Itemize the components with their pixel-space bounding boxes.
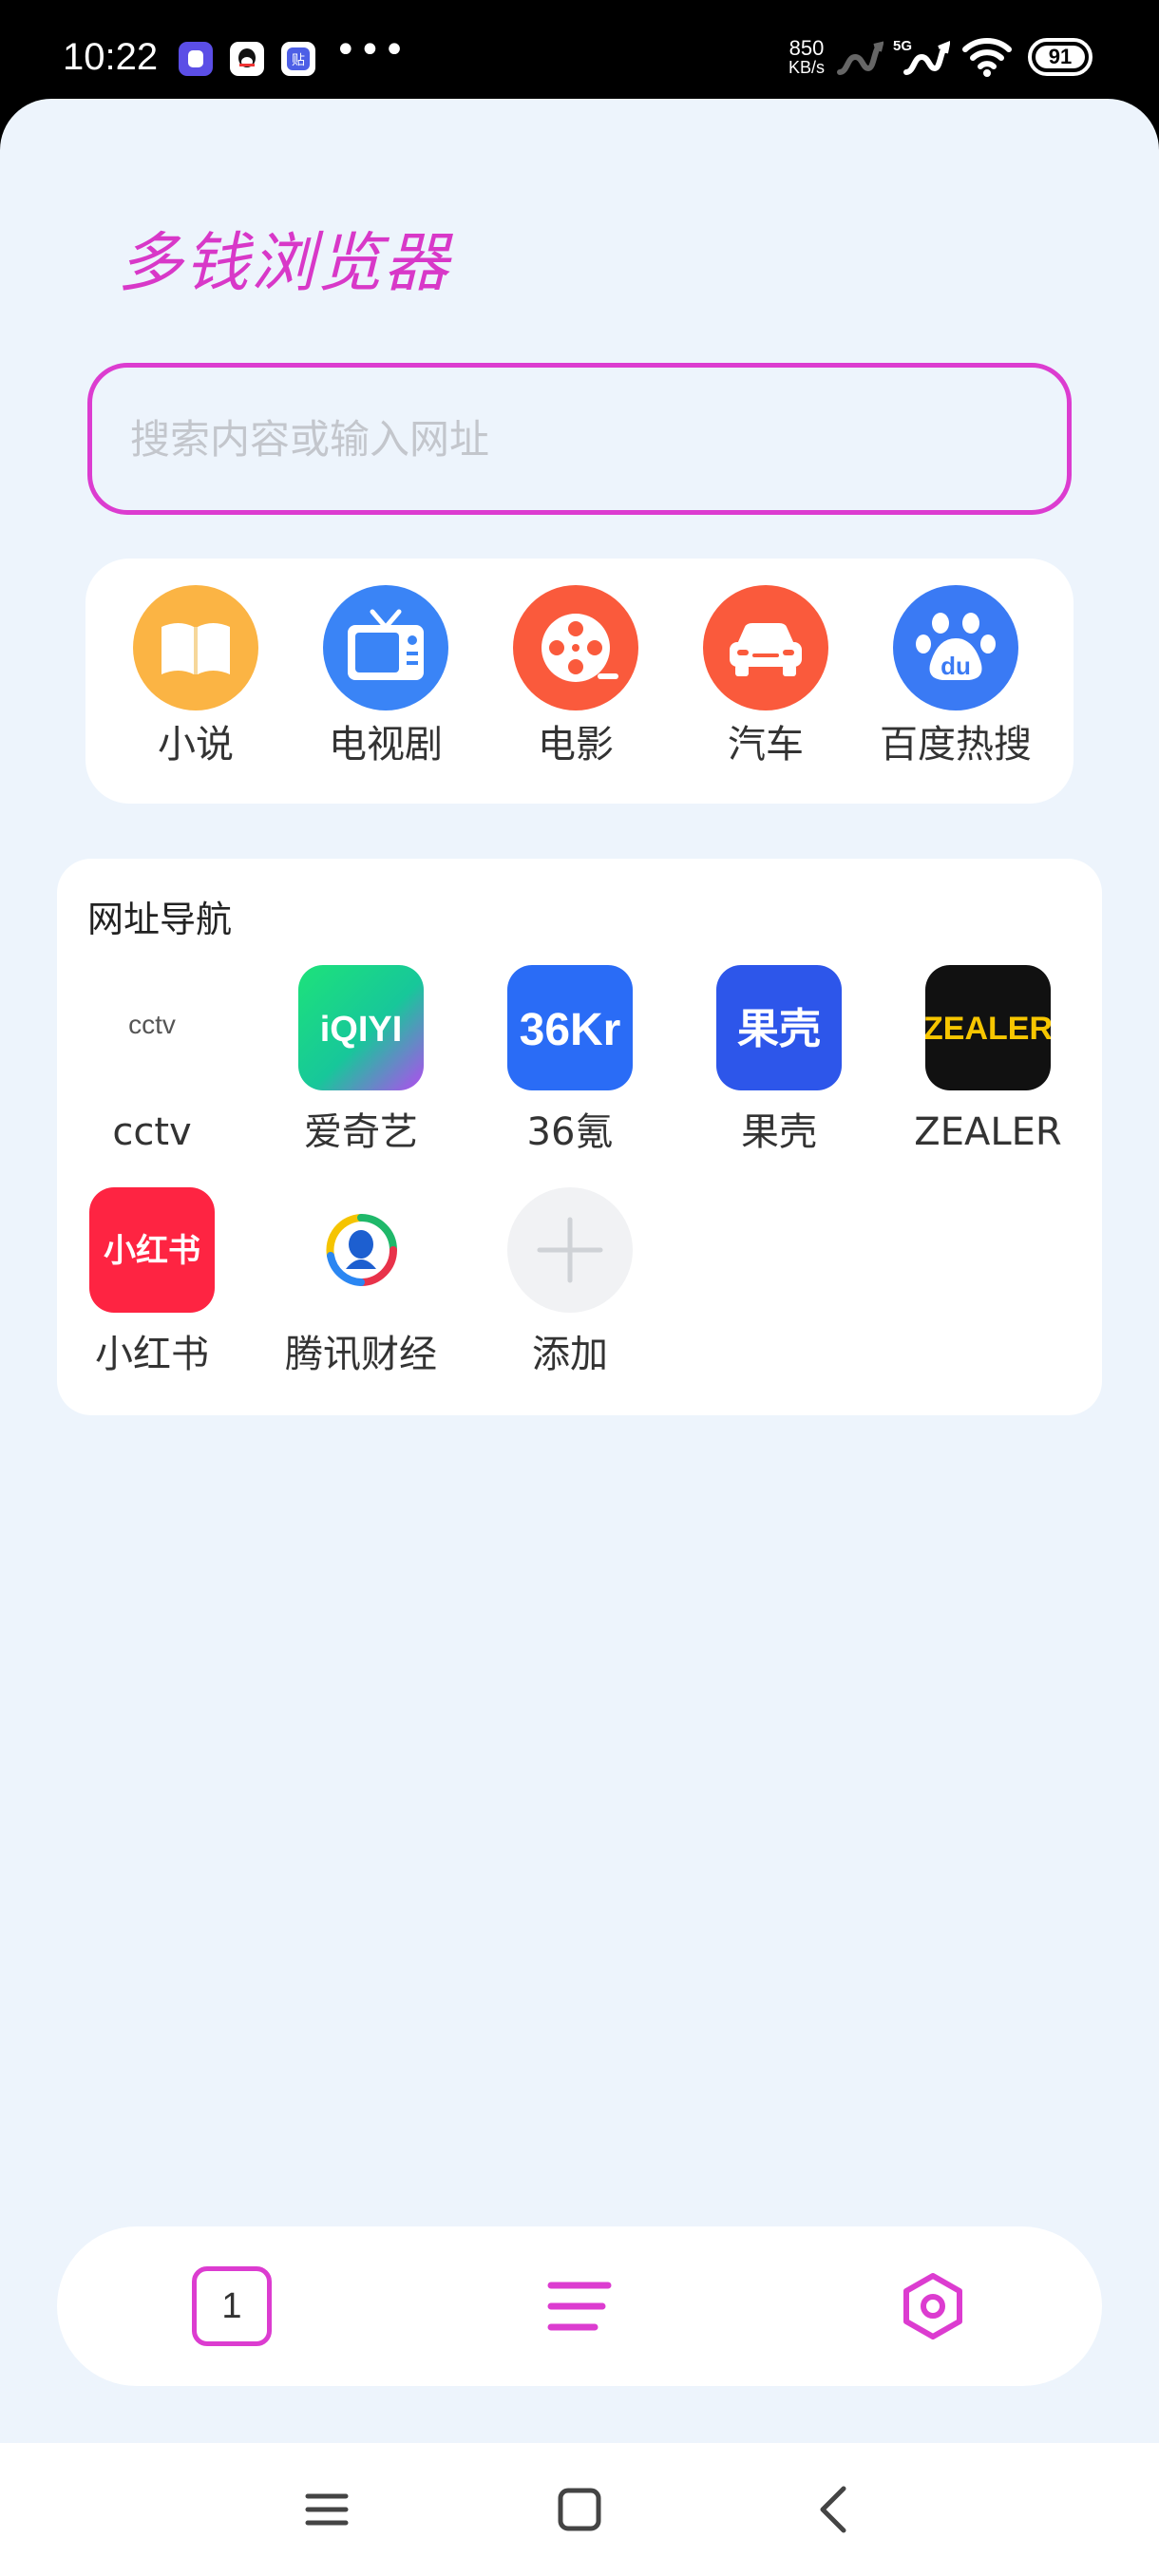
svg-text:cctv: cctv <box>128 1010 176 1039</box>
iqiyi-logo: iQIYI <box>298 965 424 1090</box>
baidu-paw-icon: du <box>893 585 1018 710</box>
guokr-logo: 果壳 <box>716 965 842 1090</box>
site-zealer[interactable]: ZEALER ZEALER <box>893 965 1083 1174</box>
battery-icon: 91 <box>1028 38 1092 76</box>
tab-count-button[interactable]: 1 <box>192 2266 272 2346</box>
more-notifications-icon: ••• <box>334 28 408 72</box>
site-nav-card: 网址导航 cctv cctv iQIYI 爱奇艺 36Kr 36氪 果壳 果壳 … <box>57 859 1102 1415</box>
tieba-icon: 贴 <box>281 42 315 76</box>
status-time: 10:22 <box>63 36 159 78</box>
browser-home: 多钱浏览器 小说 <box>0 99 1159 2443</box>
svg-text:ZEALER: ZEALER <box>925 1011 1051 1047</box>
quick-link-novel[interactable]: 小说 <box>101 585 291 785</box>
site-iqiyi[interactable]: iQIYI 爱奇艺 <box>266 965 456 1174</box>
menu-button[interactable] <box>542 2276 618 2337</box>
quick-link-movie[interactable]: 电影 <box>481 585 671 785</box>
home-icon[interactable] <box>549 2479 610 2540</box>
svg-text:iQIYI: iQIYI <box>320 1010 403 1050</box>
menu-icon <box>547 2282 612 2331</box>
signal-1-icon <box>837 41 884 75</box>
site-cctv[interactable]: cctv cctv <box>57 965 247 1174</box>
36kr-logo: 36Kr <box>507 965 633 1090</box>
brand-title: 多钱浏览器 <box>118 226 451 301</box>
svg-text:贴: 贴 <box>292 53 305 68</box>
recent-apps-icon[interactable] <box>296 2479 357 2540</box>
tencent-finance-logo <box>298 1187 424 1313</box>
tv-icon <box>323 585 448 710</box>
hexagon-settings-icon <box>903 2273 962 2339</box>
site-nav-title: 网址导航 <box>87 899 233 940</box>
site-guokr[interactable]: 果壳 果壳 <box>684 965 874 1174</box>
svg-text:果壳: 果壳 <box>737 1005 821 1053</box>
xiaohongshu-logo: 小红书 <box>89 1187 215 1313</box>
car-icon <box>703 585 828 710</box>
film-reel-icon <box>513 585 638 710</box>
site-tencent-finance[interactable]: 腾讯财经 <box>266 1187 456 1396</box>
zealer-logo: ZEALER <box>925 965 1051 1090</box>
svg-text:du: du <box>940 652 971 680</box>
site-36kr[interactable]: 36Kr 36氪 <box>475 965 665 1174</box>
bottom-toolbar: 1 <box>57 2226 1102 2386</box>
search-box[interactable] <box>87 363 1072 515</box>
battery-level: 91 <box>1048 45 1073 68</box>
qq-icon <box>230 42 264 76</box>
quick-link-tv-series[interactable]: 电视剧 <box>291 585 481 785</box>
phone-screen: 10:22 贴 ••• 850 KB/s 5G 91 多钱浏览器 搜索内容或输入… <box>0 0 1159 2576</box>
svg-text:小红书: 小红书 <box>104 1232 200 1270</box>
quick-link-baidu-hot[interactable]: du 百度热搜 <box>861 585 1051 785</box>
status-bar: 10:22 贴 ••• 850 KB/s 5G 91 <box>0 0 1159 104</box>
back-icon[interactable] <box>804 2479 864 2540</box>
quick-links-card: 小说 电视剧 电影 汽车 du 百度热搜 <box>86 559 1074 804</box>
app-1-icon <box>179 42 213 76</box>
system-nav-bar <box>0 2443 1159 2576</box>
settings-button[interactable] <box>893 2266 973 2346</box>
site-xiaohongshu[interactable]: 小红书 小红书 <box>57 1187 247 1396</box>
signal-2-icon <box>903 41 950 75</box>
net-speed: 850 KB/s <box>788 36 826 77</box>
quick-link-car[interactable]: 汽车 <box>671 585 861 785</box>
plus-icon <box>507 1187 633 1313</box>
cctv-logo: cctv <box>89 965 215 1090</box>
add-site-button[interactable]: 添加 <box>475 1187 665 1396</box>
search-input[interactable] <box>130 368 1023 510</box>
wifi-icon <box>962 38 1012 77</box>
book-icon <box>133 585 258 710</box>
svg-text:36Kr: 36Kr <box>520 1005 621 1055</box>
